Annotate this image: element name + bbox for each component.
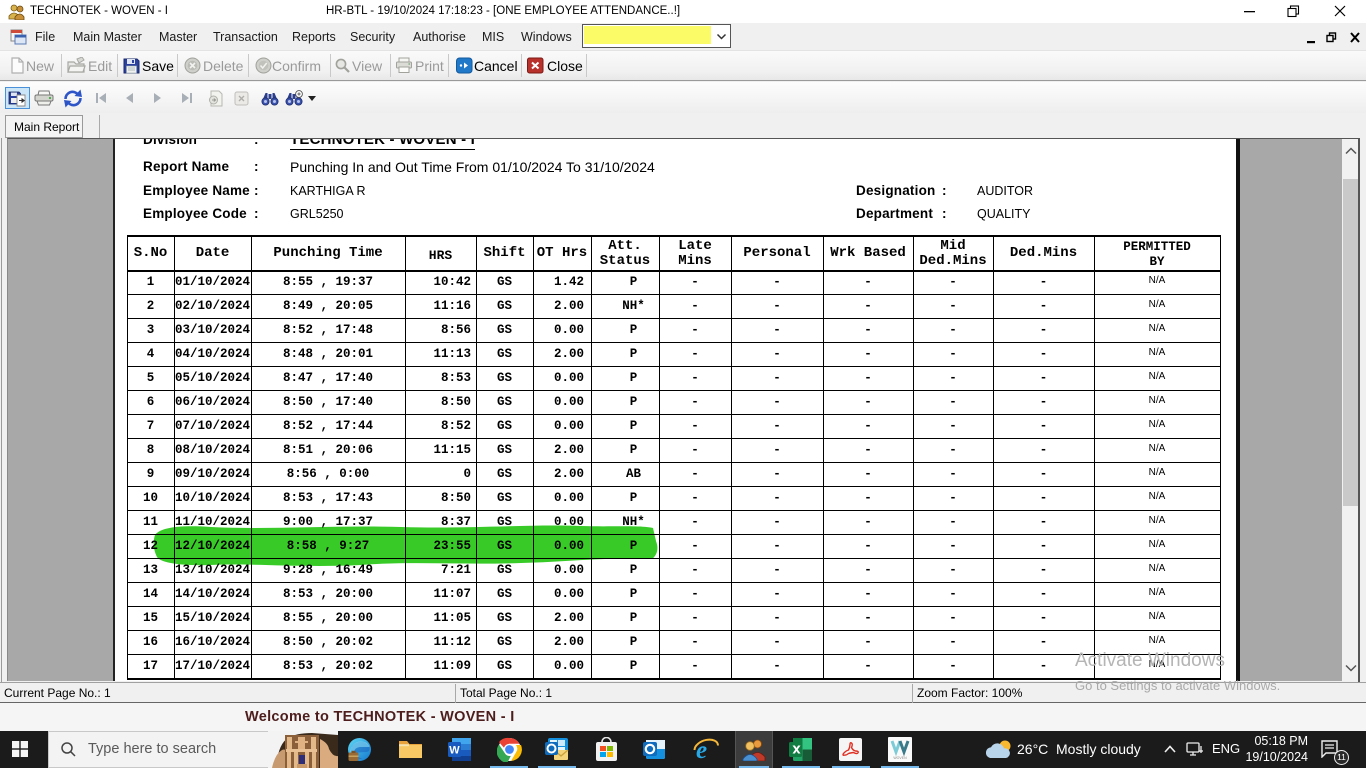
svg-text:W: W <box>449 745 460 757</box>
svg-text:WOVEN: WOVEN <box>893 756 907 760</box>
